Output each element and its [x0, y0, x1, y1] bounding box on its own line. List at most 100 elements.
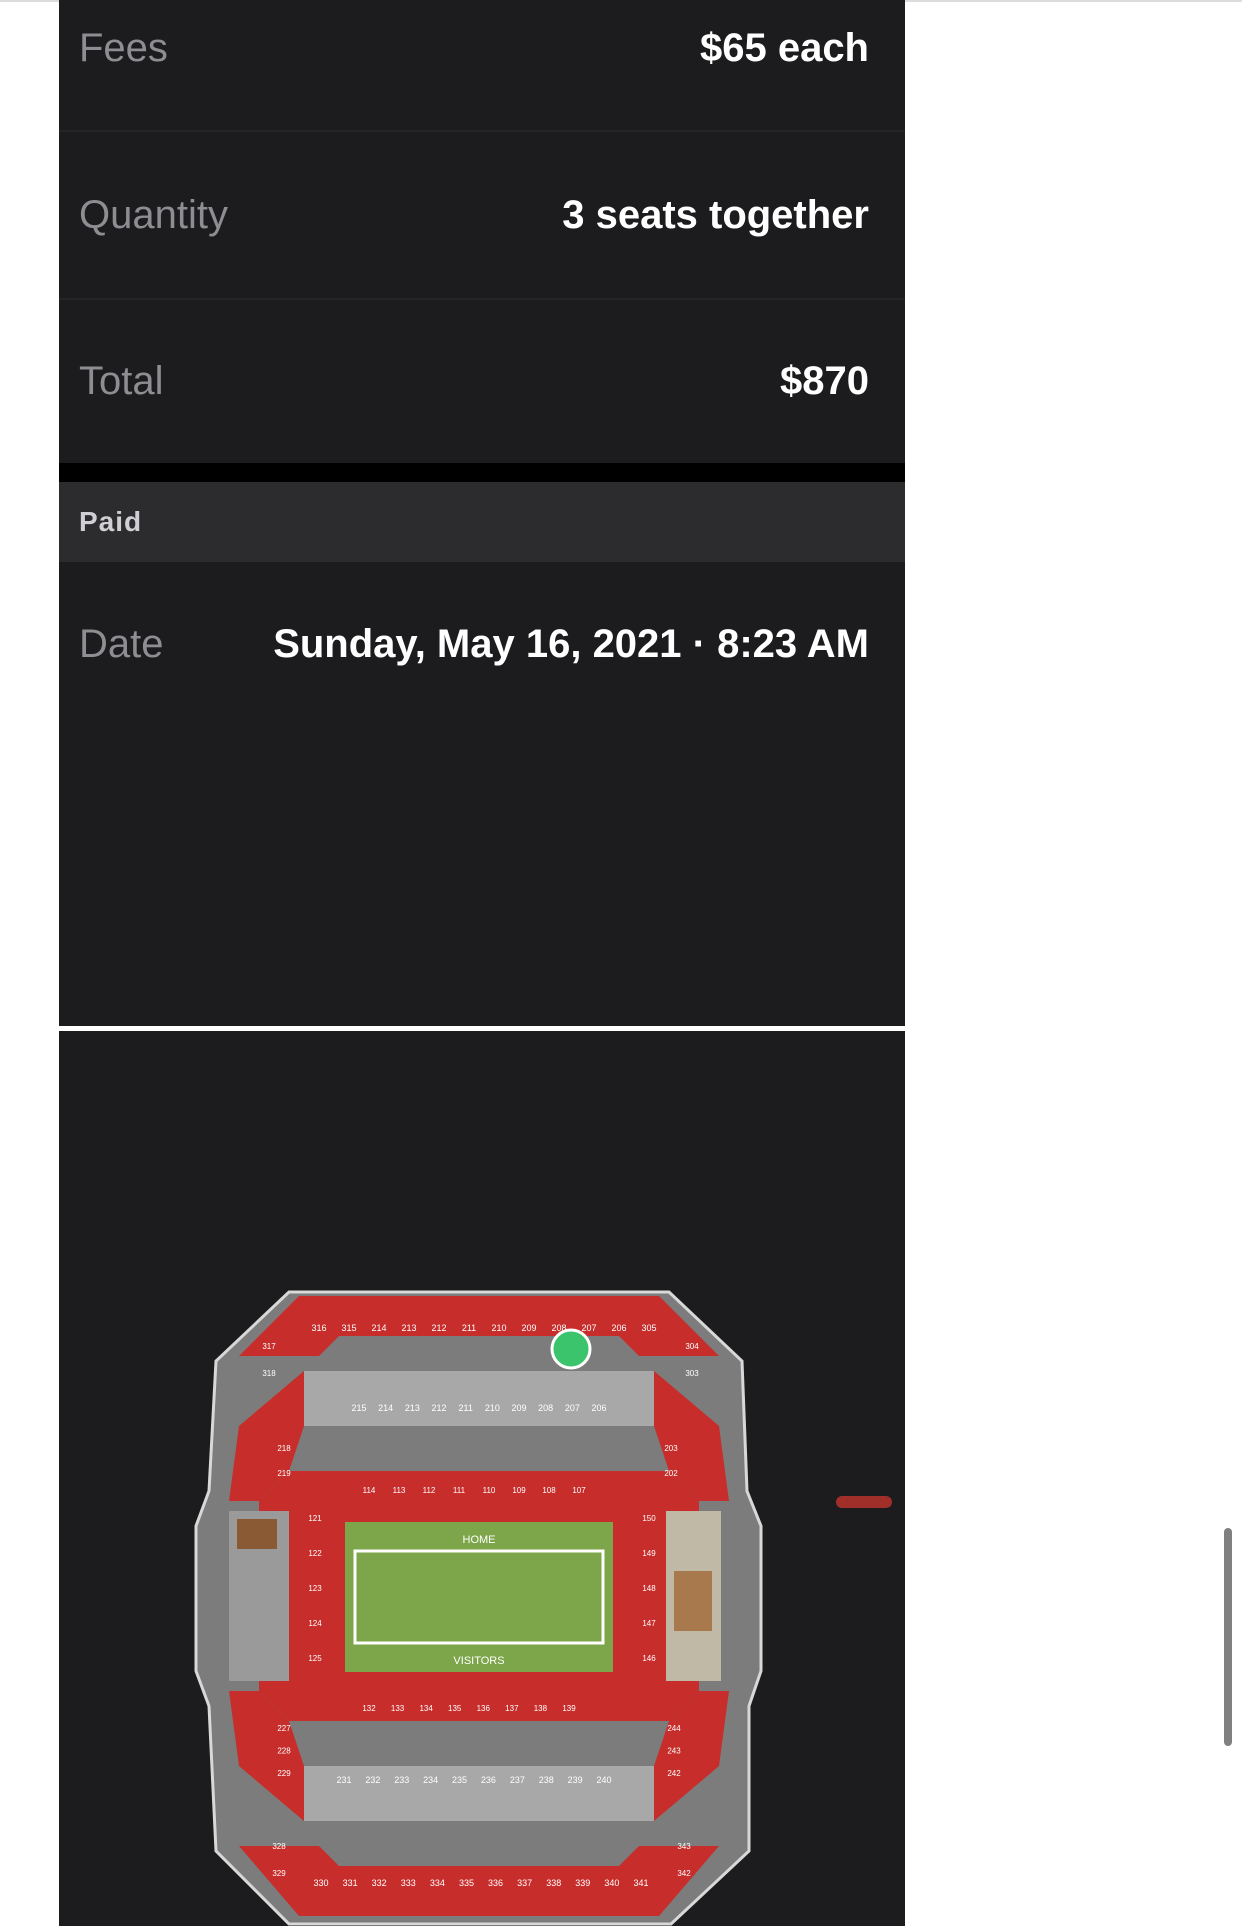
- section-label[interactable]: 339: [575, 1878, 590, 1888]
- section-label[interactable]: 341: [633, 1878, 648, 1888]
- section-label[interactable]: 124: [308, 1619, 322, 1628]
- section-label[interactable]: 112: [423, 1486, 436, 1495]
- section-label[interactable]: 343: [677, 1842, 691, 1851]
- section-label[interactable]: 206: [611, 1323, 626, 1333]
- section-label[interactable]: 340: [604, 1878, 619, 1888]
- east-plaza-ship: [674, 1571, 712, 1631]
- section-label[interactable]: 304: [685, 1342, 699, 1351]
- section-label[interactable]: 232: [365, 1775, 380, 1785]
- section-label[interactable]: 211: [458, 1403, 472, 1413]
- section-label[interactable]: 338: [546, 1878, 561, 1888]
- section-label[interactable]: 133: [391, 1704, 405, 1713]
- quantity-row: Quantity 3 seats together: [59, 130, 905, 300]
- order-details-card: Fees $65 each Quantity 3 seats together …: [59, 0, 905, 1026]
- section-label[interactable]: 303: [685, 1369, 699, 1378]
- section-label[interactable]: 202: [664, 1469, 678, 1478]
- section-label[interactable]: 138: [534, 1704, 548, 1713]
- section-label[interactable]: 214: [378, 1403, 393, 1413]
- section-label[interactable]: 210: [491, 1323, 506, 1333]
- section-label[interactable]: 328: [272, 1842, 286, 1851]
- section-label[interactable]: 147: [642, 1619, 656, 1628]
- total-row: Total $870: [59, 300, 905, 463]
- section-label[interactable]: 336: [488, 1878, 503, 1888]
- section-label[interactable]: 114: [363, 1486, 376, 1495]
- section-label[interactable]: 214: [371, 1323, 386, 1333]
- paid-section-header: Paid: [59, 482, 905, 562]
- section-label[interactable]: 305: [641, 1323, 656, 1333]
- section-label[interactable]: 213: [401, 1323, 416, 1333]
- section-label[interactable]: 207: [581, 1323, 596, 1333]
- section-label[interactable]: 207: [565, 1403, 580, 1413]
- fees-label: Fees: [79, 25, 168, 70]
- section-label[interactable]: 135: [448, 1704, 462, 1713]
- section-label[interactable]: 146: [642, 1654, 656, 1663]
- section-label[interactable]: 331: [343, 1878, 358, 1888]
- seat-map-card[interactable]: HOME VISITORS 316 315 214 213 212 211 210 209 20…: [59, 1031, 905, 1926]
- section-label[interactable]: 342: [677, 1869, 691, 1878]
- section-label[interactable]: 215: [351, 1403, 366, 1413]
- section-label[interactable]: 227: [277, 1724, 291, 1733]
- section-gap: [59, 463, 905, 482]
- section-label[interactable]: 213: [405, 1403, 420, 1413]
- section-label[interactable]: 240: [596, 1775, 611, 1785]
- section-label[interactable]: 139: [562, 1704, 576, 1713]
- section-label[interactable]: 335: [459, 1878, 474, 1888]
- section-label[interactable]: 332: [372, 1878, 387, 1888]
- section-label[interactable]: 315: [341, 1323, 356, 1333]
- section-label[interactable]: 329: [272, 1869, 286, 1878]
- section-label[interactable]: 150: [642, 1514, 656, 1523]
- section-label[interactable]: 203: [664, 1444, 678, 1453]
- section-label[interactable]: 228: [277, 1747, 291, 1756]
- section-label[interactable]: 148: [642, 1584, 656, 1593]
- section-label[interactable]: 316: [311, 1323, 326, 1333]
- section-label[interactable]: 212: [431, 1323, 446, 1333]
- fees-value: $65 each: [699, 25, 869, 70]
- section-label[interactable]: 244: [667, 1724, 681, 1733]
- section-label[interactable]: 239: [568, 1775, 583, 1785]
- section-label[interactable]: 234: [423, 1775, 438, 1785]
- section-label[interactable]: 123: [308, 1584, 322, 1593]
- section-label[interactable]: 229: [277, 1769, 291, 1778]
- section-label[interactable]: 208: [538, 1403, 553, 1413]
- section-label[interactable]: 122: [308, 1549, 322, 1558]
- stadium-seat-map[interactable]: HOME VISITORS 316 315 214 213 212 211 210 209 20…: [59, 1031, 905, 1926]
- section-label[interactable]: 237: [510, 1775, 525, 1785]
- section-label[interactable]: 238: [539, 1775, 554, 1785]
- section-label[interactable]: 211: [462, 1323, 476, 1333]
- section-label[interactable]: 334: [430, 1878, 445, 1888]
- section-label[interactable]: 337: [517, 1878, 532, 1888]
- section-label[interactable]: 210: [485, 1403, 500, 1413]
- section-label[interactable]: 136: [477, 1704, 491, 1713]
- section-label[interactable]: 212: [431, 1403, 446, 1413]
- section-label[interactable]: 219: [277, 1469, 291, 1478]
- section-label[interactable]: 317: [262, 1342, 276, 1351]
- section-label[interactable]: 137: [505, 1704, 519, 1713]
- scrollbar[interactable]: [1224, 1528, 1232, 1746]
- section-label[interactable]: 318: [262, 1369, 276, 1378]
- section-label[interactable]: 110: [483, 1486, 496, 1495]
- section-label[interactable]: 134: [419, 1704, 433, 1713]
- section-label[interactable]: 218: [277, 1444, 291, 1453]
- section-label[interactable]: 209: [521, 1323, 536, 1333]
- section-label[interactable]: 125: [308, 1654, 322, 1663]
- section-label[interactable]: 107: [572, 1486, 586, 1495]
- section-label[interactable]: 333: [401, 1878, 416, 1888]
- field-home-label: HOME: [463, 1534, 496, 1546]
- section-label[interactable]: 233: [394, 1775, 409, 1785]
- section-label[interactable]: 121: [308, 1514, 322, 1523]
- section-label[interactable]: 235: [452, 1775, 467, 1785]
- section-label[interactable]: 149: [642, 1549, 656, 1558]
- section-label[interactable]: 132: [362, 1704, 376, 1713]
- section-label[interactable]: 108: [542, 1486, 556, 1495]
- section-label[interactable]: 109: [512, 1486, 526, 1495]
- section-label[interactable]: 231: [336, 1775, 351, 1785]
- section-label[interactable]: 330: [313, 1878, 328, 1888]
- section-label[interactable]: 242: [667, 1769, 681, 1778]
- section-label[interactable]: 113: [393, 1486, 406, 1495]
- section-label[interactable]: 243: [667, 1747, 681, 1756]
- section-label[interactable]: 206: [591, 1403, 606, 1413]
- section-label[interactable]: 236: [481, 1775, 496, 1785]
- selected-seat-marker-icon[interactable]: [550, 1328, 592, 1370]
- section-label[interactable]: 111: [453, 1486, 466, 1495]
- section-label[interactable]: 209: [511, 1403, 526, 1413]
